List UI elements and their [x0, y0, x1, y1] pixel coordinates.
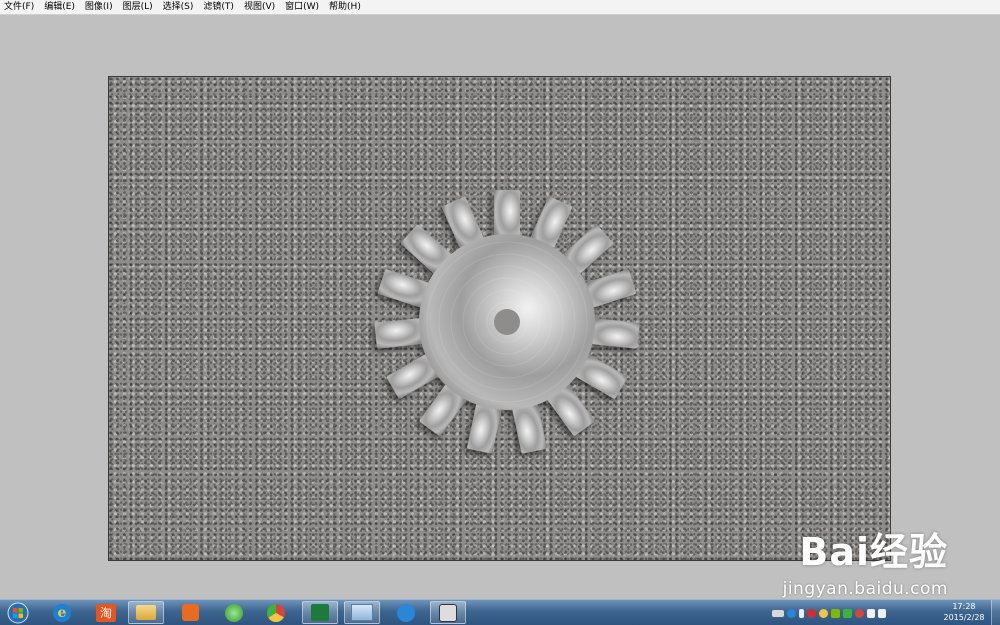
start-button[interactable]	[3, 600, 33, 625]
clock-time: 17:28	[952, 602, 976, 611]
menu-image[interactable]: 图像(I)	[80, 0, 118, 14]
window-app-icon	[351, 604, 373, 621]
menu-filter[interactable]: 滤镜(T)	[198, 0, 239, 14]
system-tray	[772, 603, 950, 623]
keyboard-icon[interactable]	[772, 609, 784, 617]
document-canvas[interactable]	[108, 76, 891, 561]
clock[interactable]: 17:28 2015/2/28	[935, 601, 993, 623]
taskbar: e 淘 17:28 2015/2/28	[0, 599, 1000, 625]
taskbar-app-taobao[interactable]: 淘	[88, 601, 124, 624]
chrome-icon	[267, 603, 285, 622]
menu-help[interactable]: 帮助(H)	[324, 0, 366, 14]
taskbar-app-360[interactable]	[216, 601, 252, 624]
image-editor-icon	[439, 603, 457, 622]
browser-360-icon	[225, 603, 243, 622]
taskbar-app-explorer[interactable]	[128, 601, 164, 624]
taskbar-app-qq-browser[interactable]	[388, 601, 424, 624]
menu-window[interactable]: 窗口(W)	[280, 0, 324, 14]
windows-start-icon	[7, 602, 29, 623]
media-player-icon	[181, 604, 199, 621]
taskbar-app-window[interactable]	[344, 601, 380, 624]
help-icon[interactable]	[787, 608, 796, 618]
file-explorer-icon	[136, 605, 156, 620]
internet-explorer-icon: e	[53, 603, 71, 622]
baidu-jingyan-watermark: Bai经验 jingyan.baidu.com	[748, 521, 948, 601]
security-icon[interactable]	[807, 608, 816, 618]
qq-icon[interactable]	[819, 608, 828, 618]
watermark-logo: Bai经验	[799, 530, 948, 574]
signal-icon[interactable]	[878, 608, 886, 618]
taobao-icon: 淘	[96, 603, 116, 622]
arrow-up-icon[interactable]	[799, 608, 804, 618]
watermark-url: jingyan.baidu.com	[782, 579, 948, 599]
taskbar-app-media[interactable]	[172, 601, 208, 624]
taskbar-app-ie[interactable]: e	[44, 601, 80, 624]
shield-icon[interactable]	[843, 608, 852, 618]
taskbar-app-excel[interactable]	[302, 601, 338, 624]
menu-view[interactable]: 视图(V)	[239, 0, 280, 14]
clock-date: 2015/2/28	[943, 613, 985, 622]
menu-layer[interactable]: 图层(L)	[118, 0, 158, 14]
metal-gear-image	[374, 190, 640, 454]
menu-file[interactable]: 文件(F)	[0, 0, 39, 14]
menu-edit[interactable]: 编辑(E)	[39, 0, 80, 14]
taskbar-app-image-editor[interactable]	[430, 601, 466, 624]
volume-icon[interactable]	[867, 608, 875, 618]
excel-icon	[311, 604, 329, 621]
menu-bar: 文件(F) 编辑(E) 图像(I) 图层(L) 选择(S) 滤镜(T) 视图(V…	[0, 0, 1000, 15]
taskbar-app-chrome[interactable]	[258, 601, 294, 624]
qq-browser-icon	[397, 603, 415, 622]
antivirus-icon[interactable]	[855, 608, 864, 618]
menu-select[interactable]: 选择(S)	[158, 0, 199, 14]
show-desktop-button[interactable]	[991, 600, 1000, 625]
network-bars-icon[interactable]	[831, 608, 840, 618]
